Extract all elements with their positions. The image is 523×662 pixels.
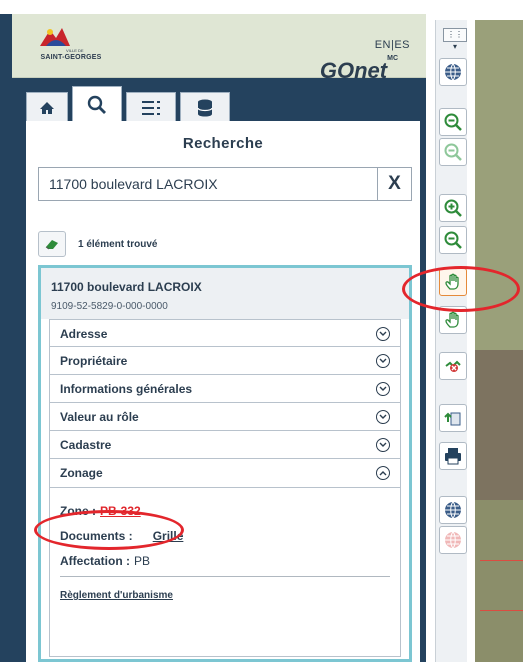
reglement-urbanisme-link[interactable]: Règlement d'urbanisme: [60, 590, 173, 601]
result-summary: 1 élément trouvé: [38, 231, 157, 257]
affectation-value: PB: [134, 554, 151, 568]
affectation-row: Affectation : PB: [60, 554, 150, 568]
eraser-icon: [45, 240, 58, 250]
affectation-label: Affectation :: [60, 554, 130, 568]
search-icon: [87, 95, 106, 114]
globe-button-2[interactable]: [439, 496, 467, 524]
globe-icon: [445, 63, 461, 81]
accordion-label: Informations générales: [60, 382, 193, 396]
result-matricule: 9109-52-5829-0-000-0000: [51, 301, 168, 312]
globe-button[interactable]: [439, 58, 467, 86]
accordion-label: Adresse: [60, 327, 108, 341]
list-icon: [142, 100, 160, 115]
panel-title: Recherche: [182, 135, 264, 152]
logo-line2: SAINT-GEORGES: [40, 54, 102, 61]
map-parcel-line: [480, 610, 523, 611]
globe-icon: [445, 531, 461, 549]
zoom-out-button[interactable]: [439, 108, 467, 136]
logo-line1: VILLE DE: [66, 48, 84, 53]
map-parcel-line: [480, 560, 523, 561]
home-icon: [40, 101, 54, 114]
hand-pan-icon: [445, 311, 459, 328]
chevron-down-icon: [376, 327, 390, 341]
accordion-adresse[interactable]: Adresse: [49, 319, 401, 347]
search-input[interactable]: [39, 168, 377, 200]
export-icon: [444, 412, 461, 426]
tab-search[interactable]: [72, 86, 122, 122]
accordion-valeur-au-role[interactable]: Valeur au rôle: [49, 403, 401, 431]
result-card: 11700 boulevard LACROIX 9109-52-5829-0-0…: [38, 265, 412, 662]
zoom-out-icon: [444, 113, 462, 131]
accordion-cadastre[interactable]: Cadastre: [49, 431, 401, 459]
result-title: 11700 boulevard LACROIX: [51, 280, 202, 294]
toolbar-menu-button[interactable]: ⋮⋮ ▾: [443, 28, 467, 51]
zoom-out-icon: [444, 231, 462, 249]
panel-edge: [0, 14, 12, 662]
panel-header: VILLE DE SAINT-GEORGES EN|ES GOnetMC: [12, 14, 426, 83]
clear-selection-icon: [445, 360, 461, 372]
highlight-oval-zone: [34, 510, 184, 550]
chevron-down-icon: [376, 438, 390, 452]
globe-icon: [445, 501, 461, 519]
accordion-label: Cadastre: [60, 438, 112, 452]
highlight-oval-hand: [402, 266, 520, 312]
result-card-header[interactable]: 11700 boulevard LACROIX 9109-52-5829-0-0…: [41, 268, 409, 319]
accordion-zonage[interactable]: Zonage: [49, 459, 401, 487]
accordion-informations-generales[interactable]: Informations générales: [49, 375, 401, 403]
chevron-down-icon: [376, 354, 390, 368]
search-box: X: [38, 167, 412, 201]
clear-selection-button[interactable]: [439, 352, 467, 380]
tab-home[interactable]: [26, 92, 68, 122]
export-button[interactable]: [439, 404, 467, 432]
database-icon: [197, 99, 213, 116]
result-count: 1 élément trouvé: [78, 238, 158, 250]
accordion-label: Propriétaire: [60, 354, 128, 368]
accordion-label: Zonage: [60, 466, 103, 480]
app-logo: GOnetMC: [319, 54, 398, 83]
accordion-label: Valeur au rôle: [60, 410, 139, 424]
chevron-up-icon: [376, 466, 390, 480]
printer-icon: [445, 448, 461, 465]
clear-search-button[interactable]: X: [377, 168, 411, 200]
language-switch[interactable]: EN|ES: [375, 39, 410, 51]
tab-layers[interactable]: [126, 92, 176, 122]
saint-georges-logo: VILLE DE SAINT-GEORGES: [26, 24, 116, 70]
tab-database[interactable]: [180, 92, 230, 122]
zoom-out-icon: [444, 143, 462, 161]
search-panel: Recherche X 1 élément trouvé 11700 boule…: [26, 121, 420, 662]
chevron-down-icon: [376, 410, 390, 424]
zoom-out-disabled-button[interactable]: [439, 138, 467, 166]
eraser-button[interactable]: [38, 231, 66, 257]
print-button[interactable]: [439, 442, 467, 470]
map-view[interactable]: [475, 20, 523, 662]
zoom-out-button-2[interactable]: [439, 226, 467, 254]
divider: [60, 576, 390, 577]
accordion-proprietaire[interactable]: Propriétaire: [49, 347, 401, 375]
globe-disabled-button[interactable]: [439, 526, 467, 554]
chevron-down-icon: [376, 382, 390, 396]
zoom-in-button[interactable]: [439, 194, 467, 222]
zoom-in-icon: [444, 199, 462, 217]
